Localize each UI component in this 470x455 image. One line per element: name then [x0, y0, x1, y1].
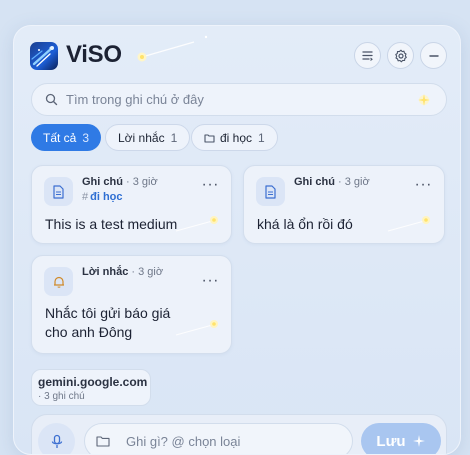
- save-button[interactable]: Lưu: [361, 423, 441, 454]
- note-time: 3 giờ: [138, 266, 164, 278]
- note-time: 3 giờ: [344, 176, 370, 188]
- filter-chip-count: 3: [82, 130, 90, 145]
- note-text: This is a test medium: [45, 216, 178, 232]
- folder-icon: [96, 436, 110, 447]
- comet-sparkle-icon: [137, 35, 208, 62]
- compose-field[interactable]: [84, 423, 353, 454]
- meta-separator: ·: [338, 176, 342, 188]
- note-card[interactable]: Ghi chú · 3 giờ # đi học ··· This is a te…: [31, 165, 232, 244]
- note-kind: Ghi chú: [294, 176, 335, 188]
- gear-icon: [394, 49, 407, 62]
- filter-chip-label: Tất cả: [43, 130, 77, 145]
- minimize-icon: [428, 54, 439, 57]
- filter-chip-count: 1: [258, 130, 265, 145]
- note-meta: Lời nhắc · 3 giờ: [82, 266, 163, 278]
- note-text-line: Nhắc tôi gửi báo giá: [45, 305, 171, 321]
- settings-button[interactable]: [387, 42, 414, 69]
- document-icon: [53, 184, 64, 199]
- source-group[interactable]: gemini.google.com · 3 ghi chú: [31, 369, 151, 406]
- filter-chip-label: đi học: [220, 130, 253, 145]
- filter-chip-all[interactable]: Tất cả 3: [31, 124, 102, 151]
- viso-panel: ViSO Tất cả: [13, 25, 461, 455]
- sparkle-icon: [387, 216, 430, 232]
- note-meta: Ghi chú · 3 giờ: [294, 176, 370, 188]
- note-tag[interactable]: # đi học: [82, 191, 123, 203]
- note-text-line: cho anh Đông: [45, 324, 133, 340]
- note-card[interactable]: Ghi chú · 3 giờ ··· khá là ổn rồi đó: [243, 165, 445, 244]
- note-tag-label: đi học: [90, 191, 123, 203]
- search-bar[interactable]: [31, 83, 447, 116]
- sparkle-icon: [418, 94, 430, 106]
- meta-separator: ·: [126, 176, 130, 188]
- folder-icon: [204, 133, 215, 143]
- more-options-button[interactable]: ···: [202, 273, 219, 289]
- search-input[interactable]: [66, 84, 406, 115]
- meta-separator: ·: [131, 266, 136, 278]
- minimize-button[interactable]: [420, 42, 447, 69]
- app-logo: [30, 42, 58, 70]
- search-icon: [45, 93, 58, 106]
- more-options-button[interactable]: ···: [202, 177, 219, 193]
- filter-chip-reminder[interactable]: Lời nhắc 1: [105, 124, 191, 151]
- source-domain: gemini.google.com: [38, 375, 148, 389]
- note-kind: Lời nhắc: [82, 266, 129, 278]
- filter-chip-di-hoc[interactable]: đi học 1: [191, 124, 278, 151]
- sparkle-icon: [412, 435, 425, 447]
- source-count: · 3 ghi chú: [38, 391, 85, 402]
- note-time: 3 giờ: [132, 176, 158, 188]
- note-text: khá là ổn rồi đó: [257, 216, 353, 232]
- filter-chip-count: 1: [170, 130, 178, 145]
- note-card-reminder[interactable]: Lời nhắc · 3 giờ ··· Nhắc tôi gửi báo gi…: [31, 255, 232, 354]
- bell-icon: [53, 276, 64, 288]
- list-icon: [362, 51, 373, 61]
- mic-icon: [51, 434, 62, 448]
- document-icon: [265, 184, 276, 199]
- note-meta: Ghi chú · 3 giờ: [82, 176, 158, 188]
- filter-chip-label: Lời nhắc: [118, 130, 165, 145]
- composer: Lưu: [31, 414, 447, 454]
- app-name: ViSO: [66, 41, 122, 68]
- mic-button[interactable]: [38, 423, 75, 454]
- sparkle-icon: [175, 216, 218, 232]
- more-options-button[interactable]: ···: [415, 177, 432, 193]
- note-kind: Ghi chú: [82, 176, 123, 188]
- sparkle-icon: [175, 320, 218, 336]
- list-button[interactable]: [354, 42, 381, 69]
- save-button-label: Lưu: [376, 432, 406, 450]
